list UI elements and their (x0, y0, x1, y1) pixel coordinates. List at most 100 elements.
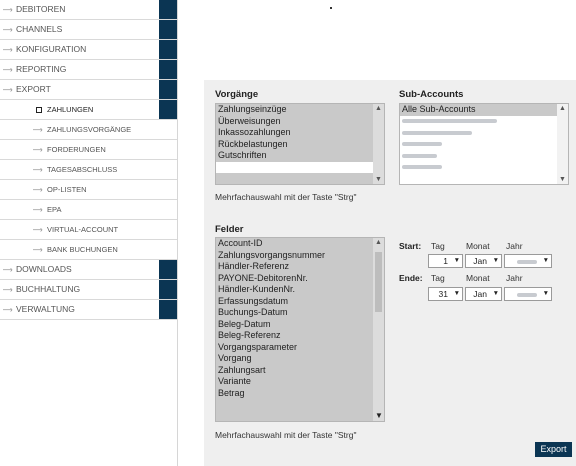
chevron-up-icon[interactable]: ▲ (375, 105, 382, 112)
list-option[interactable]: Account-ID (216, 238, 384, 250)
list-option[interactable]: Beleg-Datum (216, 319, 384, 331)
square-bullet-icon (36, 107, 42, 113)
scrollbar-thumb[interactable] (375, 252, 382, 312)
start-month-select[interactable]: Jan ▼ (465, 254, 502, 268)
list-option-redacted[interactable] (400, 150, 568, 162)
arrow-right-icon: —› (3, 305, 13, 314)
arrow-right-icon: —› (33, 145, 43, 154)
sidebar-subitem-zahlungen[interactable]: ZAHLUNGEN (0, 100, 177, 120)
sidebar-item-label: BUCHHALTUNG (16, 284, 81, 294)
end-month-select[interactable]: Jan ▼ (465, 287, 502, 301)
accent-bar (159, 60, 177, 79)
start-label: Start: (399, 241, 422, 251)
chevron-down-icon[interactable]: ▼ (375, 411, 383, 420)
sidebar-subitem-epa[interactable]: —› EPA (0, 200, 177, 220)
list-option-redacted[interactable] (400, 139, 568, 151)
col-monat: Monat (466, 241, 490, 251)
list-option-empty[interactable] (216, 161, 384, 173)
sidebar-item-label: DEBITOREN (16, 4, 66, 14)
vorgaenge-listbox[interactable]: Zahlungseinzüge Überweisungen Inkassozah… (215, 103, 385, 185)
start-year-select[interactable]: ▼ (504, 254, 552, 268)
list-option[interactable]: Alle Sub-Accounts (400, 104, 568, 116)
list-option[interactable]: Inkassozahlungen (216, 127, 384, 139)
subaccounts-listbox[interactable]: Alle Sub-Accounts ▲ ▼ (399, 103, 569, 185)
caret-down-icon: ▼ (492, 290, 499, 297)
sidebar-item-channels[interactable]: —› CHANNELS (0, 20, 177, 40)
chevron-up-icon[interactable]: ▲ (559, 105, 566, 112)
col-jahr: Jahr (506, 241, 523, 251)
sidebar-subitem-virtual-account[interactable]: —› VIRTUAL-ACCOUNT (0, 220, 177, 240)
arrow-right-icon: —› (33, 185, 43, 194)
sidebar-item-downloads[interactable]: —› DOWNLOADS (0, 260, 177, 280)
list-option[interactable]: Zahlungsart (216, 365, 384, 377)
sidebar-subitem-forderungen[interactable]: —› FORDERUNGEN (0, 140, 177, 160)
sidebar-item-label: ZAHLUNGEN (47, 105, 94, 114)
end-day-value: 31 (438, 289, 448, 299)
accent-bar (159, 260, 177, 279)
sidebar-item-reporting[interactable]: —› REPORTING (0, 60, 177, 80)
felder-title: Felder (215, 224, 244, 235)
col-monat: Monat (466, 273, 490, 283)
sidebar-item-label: VERWALTUNG (16, 304, 75, 314)
sidebar-item-buchhaltung[interactable]: —› BUCHHALTUNG (0, 280, 177, 300)
chevron-up-icon[interactable]: ▲ (375, 239, 382, 246)
scrollbar[interactable]: ▲ ▼ (373, 104, 384, 184)
list-option-redacted[interactable] (400, 116, 568, 128)
end-month-value: Jan (473, 289, 487, 299)
sidebar-subitem-bank-buchungen[interactable]: —› BANK BUCHUNGEN (0, 240, 177, 260)
arrow-right-icon: —› (33, 165, 43, 174)
sidebar-item-label: EXPORT (16, 84, 51, 94)
chevron-down-icon[interactable]: ▼ (559, 176, 566, 183)
sidebar-item-label: FORDERUNGEN (47, 145, 106, 154)
felder-listbox[interactable]: Account-ID Zahlungsvorgangsnummer Händle… (215, 237, 385, 422)
arrow-right-icon: —› (3, 285, 13, 294)
caret-down-icon: ▼ (453, 290, 460, 297)
list-option[interactable]: Betrag (216, 388, 384, 400)
arrow-right-icon: —› (33, 225, 43, 234)
list-option[interactable]: Händler-Referenz (216, 261, 384, 273)
end-day-select[interactable]: 31 ▼ (428, 287, 463, 301)
list-option[interactable]: PAYONE-DebitorenNr. (216, 273, 384, 285)
sidebar-item-label: EPA (47, 205, 62, 214)
chevron-down-icon[interactable]: ▼ (375, 176, 382, 183)
end-year-select[interactable]: ▼ (504, 287, 552, 301)
list-option[interactable]: Händler-KundenNr. (216, 284, 384, 296)
list-option-redacted[interactable] (400, 127, 568, 139)
caret-down-icon: ▼ (542, 290, 549, 297)
start-day-select[interactable]: 1 ▼ (428, 254, 463, 268)
list-option[interactable]: Variante (216, 376, 384, 388)
caret-down-icon: ▼ (453, 257, 460, 264)
arrow-right-icon: —› (33, 205, 43, 214)
list-option[interactable]: Vorgang (216, 353, 384, 365)
sidebar-item-verwaltung[interactable]: —› VERWALTUNG (0, 300, 177, 320)
sidebar-subitem-zahlungsvorgaenge[interactable]: —› ZAHLUNGSVORGÄNGE (0, 120, 177, 140)
sidebar-item-konfiguration[interactable]: —› KONFIGURATION (0, 40, 177, 60)
list-option[interactable]: Erfassungsdatum (216, 296, 384, 308)
sidebar-item-label: ZAHLUNGSVORGÄNGE (47, 125, 132, 134)
subaccounts-title: Sub-Accounts (399, 89, 464, 100)
sidebar-nav: —› DEBITOREN —› CHANNELS —› KONFIGURATION —… (0, 0, 178, 466)
list-option[interactable]: Rückbelastungen (216, 139, 384, 151)
list-option[interactable]: Überweisungen (216, 116, 384, 128)
caret-down-icon: ▼ (492, 257, 499, 264)
scrollbar[interactable]: ▲ ▼ (557, 104, 568, 184)
sidebar-item-export[interactable]: —› EXPORT (0, 80, 177, 100)
scrollbar[interactable]: ▲ ▼ (373, 238, 384, 421)
caret-down-icon: ▼ (542, 257, 549, 264)
arrow-right-icon: —› (3, 25, 13, 34)
list-option[interactable]: Zahlungsvorgangsnummer (216, 250, 384, 262)
list-option-redacted[interactable] (400, 162, 568, 174)
accent-bar (159, 100, 177, 119)
list-option[interactable]: Zahlungseinzüge (216, 104, 384, 116)
list-option[interactable]: Vorgangsparameter (216, 342, 384, 354)
list-option[interactable]: Buchungs-Datum (216, 307, 384, 319)
sidebar-subitem-op-listen[interactable]: —› OP-LISTEN (0, 180, 177, 200)
list-option[interactable]: Gutschriften (216, 150, 384, 162)
arrow-right-icon: —› (3, 5, 13, 14)
list-option[interactable]: Beleg-Referenz (216, 330, 384, 342)
col-jahr: Jahr (506, 273, 523, 283)
sidebar-subitem-tagesabschluss[interactable]: —› TAGESABSCHLUSS (0, 160, 177, 180)
arrow-right-icon: —› (33, 125, 43, 134)
export-button[interactable]: Export (535, 442, 572, 457)
sidebar-item-debitoren[interactable]: —› DEBITOREN (0, 0, 177, 20)
